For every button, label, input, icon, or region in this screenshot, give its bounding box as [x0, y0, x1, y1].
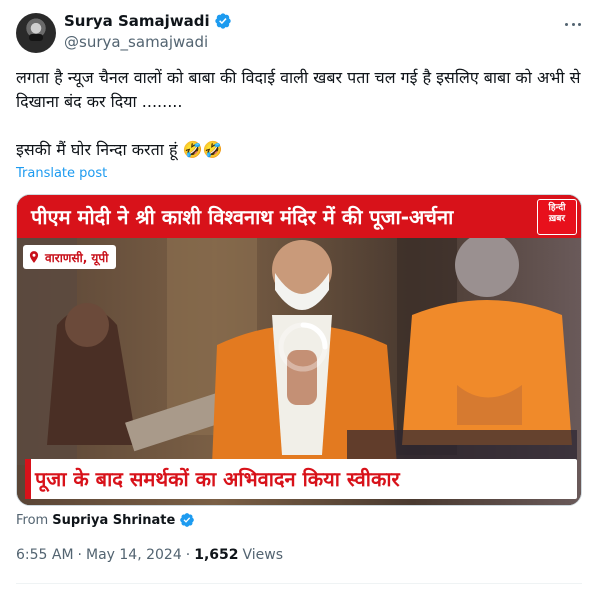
channel-logo: हिन्दी ख़बर [537, 199, 577, 235]
tweet-video-media[interactable]: पीएम मोदी ने श्री काशी विश्वनाथ मंदिर मे… [16, 194, 582, 506]
avatar[interactable] [16, 13, 56, 53]
tweet-date[interactable]: May 14, 2024 [86, 547, 182, 563]
separator-dot: · [185, 547, 191, 563]
avatar-mask-detail [29, 34, 43, 41]
video-bottom-banner-accent [25, 459, 31, 499]
from-label: From [16, 512, 49, 528]
divider [16, 583, 582, 584]
verified-badge-icon [180, 513, 195, 527]
tweet-time[interactable]: 6:55 AM [16, 547, 74, 563]
tweet-card: Surya Samajwadi @surya_samajwadi लगता है… [0, 0, 598, 591]
views-label: Views [242, 547, 284, 563]
verified-badge-icon [215, 13, 231, 29]
tweet-metadata: 6:55 AM · May 14, 2024 · 1,652 Views [16, 547, 283, 563]
video-bottom-banner-text: पूजा के बाद समर्थकों का अभिवादन किया स्व… [35, 467, 400, 491]
author-name-row: Surya Samajwadi [64, 12, 232, 30]
location-text: वाराणसी, यूपी [45, 250, 109, 265]
translate-post-link[interactable]: Translate post [16, 166, 107, 181]
separator-dot: · [77, 547, 82, 563]
views-count: 1,652 [194, 547, 239, 563]
author-handle[interactable]: @surya_samajwadi [64, 33, 208, 51]
more-options-icon[interactable] [562, 14, 584, 34]
tweet-text: लगता है न्यूज चैनल वालों को बाबा की विदा… [16, 68, 581, 159]
location-pin-icon [29, 251, 39, 263]
loading-spinner-icon [278, 322, 328, 372]
location-tag: वाराणसी, यूपी [23, 245, 117, 269]
channel-logo-line-2: ख़बर [548, 214, 566, 224]
author-display-name[interactable]: Surya Samajwadi [64, 12, 210, 30]
source-attribution: From Supriya Shrinate [16, 512, 195, 528]
source-name-link[interactable]: Supriya Shrinate [52, 513, 175, 528]
video-top-banner-text: पीएम मोदी ने श्री काशी विश्वनाथ मंदिर मे… [31, 205, 454, 229]
channel-logo-line-1: हिन्दी [548, 203, 566, 213]
